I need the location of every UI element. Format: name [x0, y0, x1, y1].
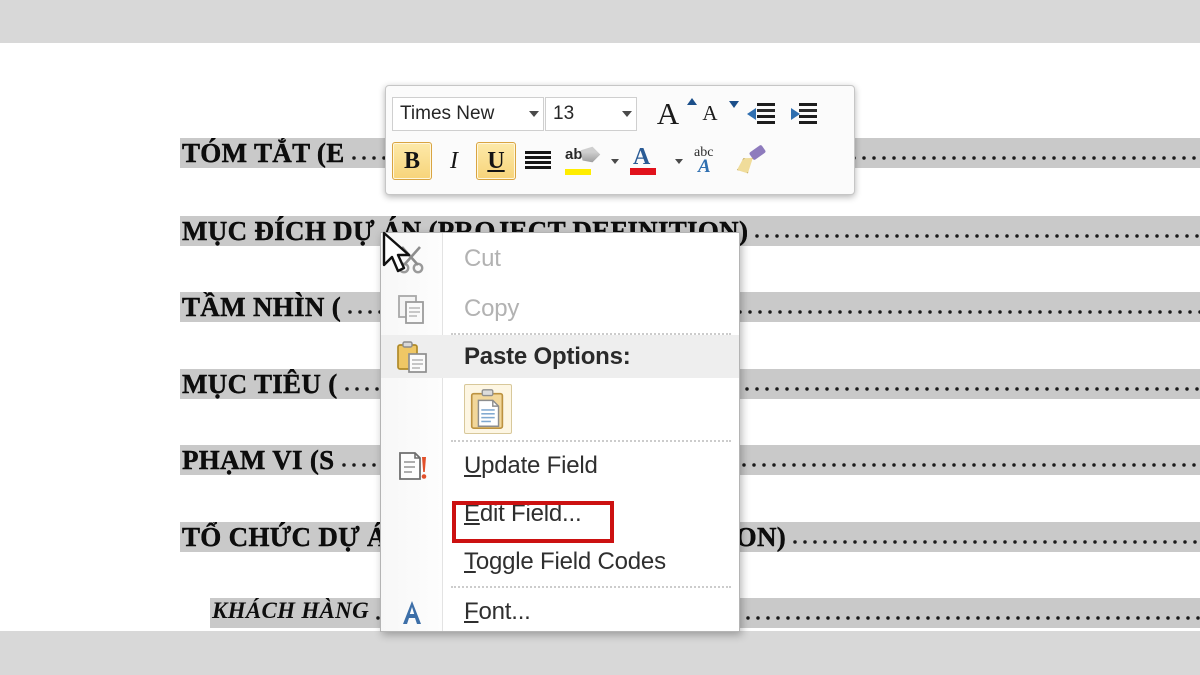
context-menu-item-toggle-field-codes[interactable]: Toggle Field Codes: [381, 538, 739, 586]
decrease-indent-button[interactable]: [741, 95, 781, 133]
context-menu-item-label: Paste Options:: [464, 342, 631, 370]
bold-button[interactable]: B: [392, 142, 432, 180]
underline-icon: U: [487, 147, 505, 174]
copy-icon: [395, 292, 429, 326]
grow-font-glyph: A: [656, 96, 680, 131]
toc-entry-title: TẦM NHÌN (: [182, 292, 341, 322]
chevron-down-icon[interactable]: [622, 110, 632, 117]
align-justify-button[interactable]: [518, 142, 558, 180]
context-menu-item-edit-field[interactable]: Edit Field...: [381, 490, 739, 538]
toc-entry-title: KHÁCH HÀNG: [212, 598, 370, 623]
text-effects-bottom-glyph: A: [698, 156, 711, 177]
context-menu-item-cut[interactable]: Cut: [381, 233, 739, 285]
font-color-button[interactable]: A: [624, 142, 664, 180]
paste-keep-source-formatting-button[interactable]: [464, 384, 512, 434]
context-menu-item-label: Edit Field...: [464, 500, 582, 527]
paintbrush-icon: [735, 144, 767, 174]
letterbox-bar-bottom: [0, 631, 1200, 675]
toc-dot-leader: [790, 539, 1200, 545]
context-menu-item-label: Copy: [464, 295, 520, 322]
toc-entry-title: TÓM TẮT (E: [182, 138, 345, 168]
decrease-indent-icon: [747, 102, 775, 126]
context-menu-item-font[interactable]: Font...: [381, 588, 739, 631]
font-icon: [395, 595, 429, 629]
font-size-combobox[interactable]: 13: [545, 96, 637, 131]
text-highlight-color-dropdown[interactable]: [602, 142, 622, 180]
text-effects-icon: abc A: [693, 145, 723, 177]
grow-font-button[interactable]: A: [648, 95, 697, 133]
context-menu-item-label: Font...: [464, 598, 531, 625]
context-menu-item-label: Cut: [464, 245, 501, 272]
align-justify-icon: [525, 151, 551, 171]
paste-icon: [395, 340, 429, 374]
font-name-combobox[interactable]: Times New: [392, 96, 544, 131]
font-color-glyph: A: [633, 144, 651, 170]
screenshot-stage: TÓM TẮT (E MỤC ĐÍCH DỰ ÁN (PROJECT DEFIN…: [0, 0, 1200, 675]
context-menu-item-label: Update Field: [464, 452, 598, 479]
context-menu-item-label: Toggle Field Codes: [464, 548, 666, 575]
highlight-glyph: ab: [565, 146, 583, 163]
chevron-down-icon[interactable]: [529, 110, 539, 117]
update-field-icon: [395, 449, 429, 483]
context-menu[interactable]: Cut Copy Paste Options: Update Field Edi…: [380, 232, 740, 632]
toc-entry-title: MỤC TIÊU (: [182, 369, 338, 399]
underline-button[interactable]: U: [476, 142, 516, 180]
context-menu-paste-options-header: Paste Options:: [381, 335, 739, 378]
toc-entry-title: PHẠM VI (S: [182, 445, 335, 475]
font-color-icon: A: [630, 144, 658, 176]
text-highlight-color-button[interactable]: ab: [560, 142, 600, 180]
italic-button[interactable]: I: [434, 142, 474, 180]
increase-indent-button[interactable]: [783, 95, 823, 133]
font-size-value: 13: [553, 102, 575, 124]
increase-indent-icon: [789, 102, 817, 126]
shrink-font-glyph: A: [702, 101, 718, 125]
font-name-value: Times New: [400, 102, 495, 124]
letterbox-bar-top: [0, 0, 1200, 43]
context-menu-item-update-field[interactable]: Update Field: [381, 442, 739, 490]
mouse-cursor: [382, 231, 416, 277]
format-painter-button[interactable]: [730, 142, 770, 180]
shrink-font-button[interactable]: A: [690, 95, 739, 133]
paste-options-gallery[interactable]: [381, 378, 739, 440]
toc-dot-leader: [752, 233, 1200, 239]
context-menu-item-copy[interactable]: Copy: [381, 285, 739, 333]
chevron-down-icon: [611, 158, 619, 164]
caret-down-icon: [729, 100, 739, 108]
mini-formatting-toolbar[interactable]: Times New 13 A A B I U ab A abc A: [385, 85, 855, 195]
font-color-dropdown[interactable]: [666, 142, 686, 180]
bold-icon: B: [403, 147, 420, 174]
highlighter-icon: ab: [565, 146, 595, 176]
paste-keep-source-formatting-icon: [470, 389, 504, 429]
italic-icon: I: [450, 147, 458, 174]
chevron-down-icon: [675, 158, 683, 164]
text-effects-button[interactable]: abc A: [688, 142, 728, 180]
